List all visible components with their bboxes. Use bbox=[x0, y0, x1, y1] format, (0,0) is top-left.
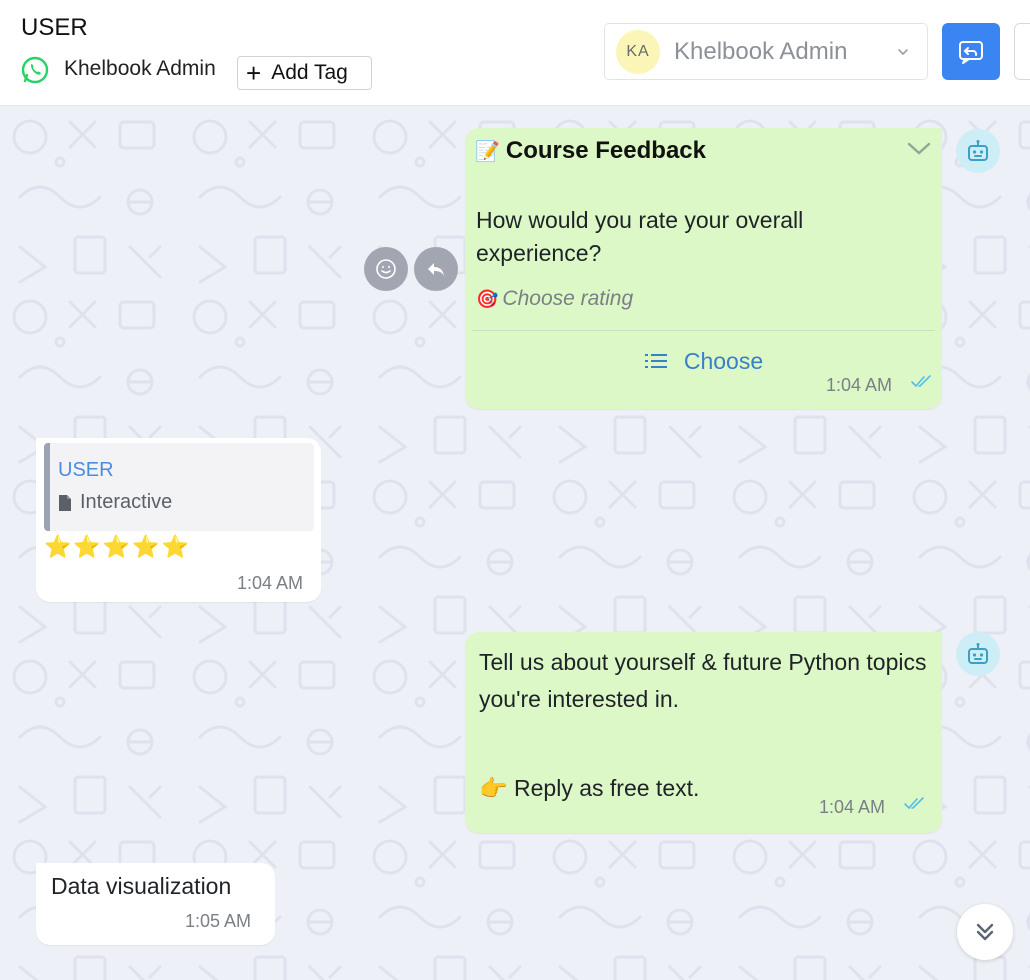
reply-button[interactable] bbox=[942, 23, 1000, 80]
message-title: 📝 Course Feedback bbox=[475, 137, 706, 165]
document-icon bbox=[59, 494, 71, 511]
rating-stars: ⭐⭐⭐⭐⭐ bbox=[44, 534, 191, 559]
double-check-icon bbox=[911, 375, 931, 388]
message-time: 1:05 AM bbox=[185, 911, 252, 931]
message-bubble-outgoing: Tell us about yourself & future Python t… bbox=[465, 632, 942, 833]
agent-avatar: KA bbox=[616, 29, 660, 74]
message-title-text: Course Feedback bbox=[505, 137, 706, 164]
whatsapp-icon bbox=[21, 56, 49, 84]
message-bubble-incoming: USER Interactive ⭐⭐⭐⭐⭐ 1:04 AM bbox=[36, 438, 321, 602]
double-chevron-down-icon bbox=[976, 923, 994, 941]
bot-avatar bbox=[956, 632, 1000, 676]
plus-icon: + bbox=[246, 58, 262, 88]
message-time: 1:04 AM bbox=[819, 797, 886, 817]
agent-select[interactable]: KA Khelbook Admin bbox=[604, 23, 928, 80]
react-emoji-button[interactable] bbox=[364, 247, 408, 291]
emoji-icon bbox=[376, 259, 396, 279]
list-icon bbox=[644, 354, 667, 368]
chat-header: USER Khelbook Admin + Add Tag KA Khelboo… bbox=[0, 0, 1030, 106]
message-bubble-incoming: Data visualization 1:05 AM bbox=[36, 863, 275, 945]
message-time: 1:04 AM bbox=[826, 375, 893, 395]
chevron-down-icon bbox=[898, 49, 908, 56]
quoted-message[interactable]: USER Interactive bbox=[44, 443, 314, 531]
memo-icon: 📝 bbox=[475, 140, 500, 163]
choose-label: Choose bbox=[683, 347, 764, 374]
message-reply-hint: 👉 Reply as free text. bbox=[479, 775, 700, 801]
agent-name: Khelbook Admin bbox=[674, 37, 848, 65]
reply-arrow-icon bbox=[428, 263, 444, 276]
add-tag-button[interactable]: + Add Tag bbox=[237, 56, 372, 90]
divider bbox=[472, 330, 935, 331]
bot-icon bbox=[968, 140, 988, 161]
more-button[interactable] bbox=[1014, 23, 1030, 80]
chat-area[interactable]: 📝 Course Feedback How would you rate you… bbox=[0, 107, 1030, 980]
message-text: Tell us about yourself & future Python t… bbox=[479, 649, 927, 712]
quoted-text-row: Interactive bbox=[58, 491, 172, 514]
reply-icon bbox=[959, 40, 983, 64]
channel-name: Khelbook Admin bbox=[64, 57, 216, 80]
message-body: How would you rate your overall experien… bbox=[476, 207, 804, 266]
contact-name: USER bbox=[21, 14, 88, 41]
quoted-author: USER bbox=[58, 459, 114, 481]
bot-icon bbox=[968, 643, 988, 664]
quoted-text: Interactive bbox=[80, 491, 173, 513]
add-tag-label: Add Tag bbox=[271, 61, 348, 84]
double-check-icon bbox=[904, 797, 924, 810]
reply-message-button[interactable] bbox=[414, 247, 458, 291]
target-icon: 🎯 bbox=[476, 288, 499, 309]
message-footer-text: Choose rating bbox=[502, 287, 634, 310]
caret-down-icon[interactable] bbox=[906, 138, 932, 158]
bot-avatar bbox=[956, 129, 1000, 173]
message-bubble-outgoing: 📝 Course Feedback How would you rate you… bbox=[465, 128, 942, 409]
message-text: Data visualization bbox=[51, 873, 232, 899]
message-time: 1:04 AM bbox=[237, 573, 304, 593]
message-footer: 🎯 Choose rating bbox=[476, 287, 633, 311]
scroll-to-bottom-button[interactable] bbox=[957, 904, 1013, 960]
